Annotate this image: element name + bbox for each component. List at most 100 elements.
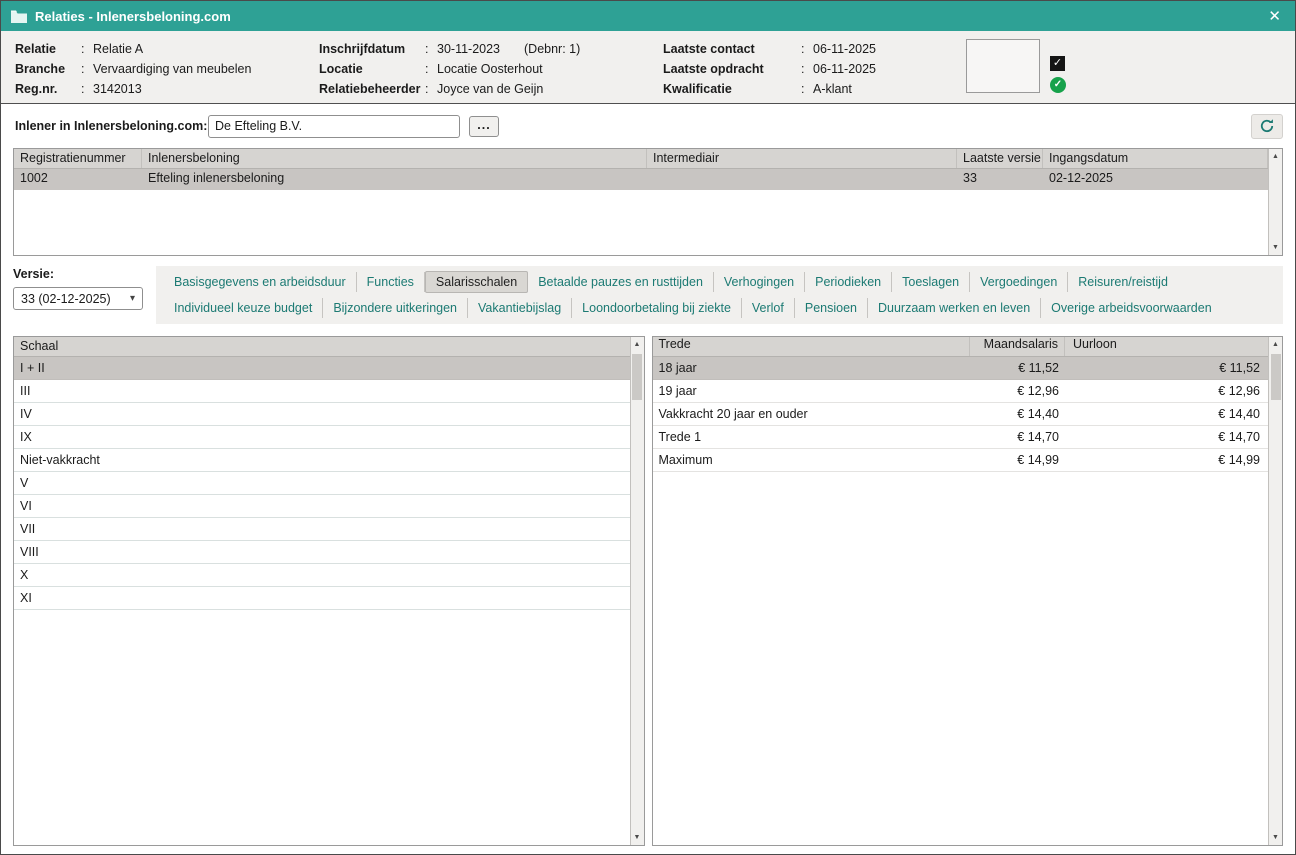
- schaal-row[interactable]: VI: [14, 495, 630, 518]
- field-locatie: Locatie:Locatie Oosterhout: [319, 59, 663, 79]
- versie-label: Versie:: [13, 267, 156, 281]
- column-header-inlenersbeloning[interactable]: Inlenersbeloning: [142, 149, 647, 168]
- inlener-row: Inlener in Inlenersbeloning.com: ...: [1, 104, 1295, 148]
- field-colon: :: [425, 82, 437, 96]
- browse-button[interactable]: ...: [469, 116, 499, 137]
- tab-verhogingen[interactable]: Verhogingen: [714, 272, 805, 292]
- status-flags: ✓ ✓: [1050, 39, 1066, 99]
- column-header-trede[interactable]: Trede: [653, 337, 971, 356]
- tab-betaalde-pauzes-en-rusttijden[interactable]: Betaalde pauzes en rusttijden: [528, 272, 714, 292]
- column-header-intermediair[interactable]: Intermediair: [647, 149, 957, 168]
- column-header-ingangsdatum[interactable]: Ingangsdatum: [1043, 149, 1268, 168]
- tab-duurzaam-werken-en-leven[interactable]: Duurzaam werken en leven: [868, 298, 1041, 318]
- field-laatste-opdracht: Laatste opdracht:06-11-2025: [663, 59, 966, 79]
- trede-row[interactable]: Vakkracht 20 jaar en ouder € 14,40 € 14,…: [653, 403, 1269, 426]
- scroll-down-icon[interactable]: ▼: [631, 830, 644, 845]
- chevron-down-icon: ▾: [130, 293, 135, 304]
- trede-header: Trede Maandsalaris Uurloon: [653, 337, 1269, 357]
- cell-uurloon: € 12,96: [1065, 380, 1268, 402]
- scroll-down-icon[interactable]: ▼: [1269, 240, 1282, 255]
- scroll-up-icon[interactable]: ▲: [1269, 149, 1282, 164]
- cell-trede: 18 jaar: [653, 357, 971, 379]
- trede-row[interactable]: 18 jaar € 11,52 € 11,52: [653, 357, 1269, 380]
- column-header-registratienummer[interactable]: Registratienummer: [14, 149, 142, 168]
- schaal-row[interactable]: IX: [14, 426, 630, 449]
- scrollbar-thumb[interactable]: [1271, 354, 1281, 400]
- field-colon: :: [81, 82, 93, 96]
- tab-individueel-keuze-budget[interactable]: Individueel keuze budget: [164, 298, 323, 318]
- cell-maandsalaris: € 14,40: [970, 403, 1065, 425]
- tab-overige-arbeidsvoorwaarden[interactable]: Overige arbeidsvoorwaarden: [1041, 298, 1222, 318]
- trede-row[interactable]: Maximum € 14,99 € 14,99: [653, 449, 1269, 472]
- tab-salarisschalen[interactable]: Salarisschalen: [425, 271, 528, 293]
- schaal-row[interactable]: VIII: [14, 541, 630, 564]
- tab-basisgegevens-en-arbeidsduur[interactable]: Basisgegevens en arbeidsduur: [164, 272, 357, 292]
- schaal-row[interactable]: I + II: [14, 357, 630, 380]
- versie-block: Versie: 33 (02-12-2025) ▾: [13, 266, 156, 324]
- cell-trede: 19 jaar: [653, 380, 971, 402]
- tab-verlof[interactable]: Verlof: [742, 298, 795, 318]
- main-content: Schaal I + II III IV IX Niet-vakkracht V…: [13, 336, 1283, 846]
- trede-scrollbar[interactable]: ▲ ▼: [1268, 337, 1282, 845]
- tab-vakantiebijslag[interactable]: Vakantiebijslag: [468, 298, 572, 318]
- schaal-row[interactable]: III: [14, 380, 630, 403]
- field-value: 30-11-2023: [437, 42, 500, 56]
- checked-checkbox[interactable]: ✓: [1050, 56, 1065, 71]
- refresh-button[interactable]: [1251, 114, 1283, 139]
- registraties-scrollbar[interactable]: ▲ ▼: [1268, 149, 1282, 255]
- versie-selected-value: 33 (02-12-2025): [21, 292, 111, 306]
- schaal-row[interactable]: VII: [14, 518, 630, 541]
- schaal-row[interactable]: V: [14, 472, 630, 495]
- field-colon: :: [425, 42, 437, 56]
- tab-strip: Basisgegevens en arbeidsduur Functies Sa…: [156, 266, 1283, 324]
- tab-periodieken[interactable]: Periodieken: [805, 272, 892, 292]
- field-colon: :: [81, 42, 93, 56]
- column-header-uurloon[interactable]: Uurloon: [1065, 337, 1268, 356]
- field-colon: :: [425, 62, 437, 76]
- field-label: Laatste contact: [663, 42, 801, 56]
- schaal-row[interactable]: Niet-vakkracht: [14, 449, 630, 472]
- schaal-empty-space: [14, 610, 630, 845]
- tab-functies[interactable]: Functies: [357, 272, 425, 292]
- field-label: Relatie: [15, 42, 81, 56]
- column-header-laatste-versie[interactable]: Laatste versie: [957, 149, 1043, 168]
- table-row[interactable]: 1002 Efteling inlenersbeloning 33 02-12-…: [14, 169, 1268, 190]
- cell-registratienummer: 1002: [14, 169, 142, 190]
- tab-pensioen[interactable]: Pensioen: [795, 298, 868, 318]
- column-header-maandsalaris[interactable]: Maandsalaris: [970, 337, 1065, 356]
- field-value: 06-11-2025: [813, 42, 876, 56]
- app-window: Relaties - Inlenersbeloning.com ✕ Relati…: [0, 0, 1296, 855]
- registraties-table: Registratienummer Inlenersbeloning Inter…: [13, 148, 1283, 256]
- scroll-down-icon[interactable]: ▼: [1269, 830, 1282, 845]
- cell-uurloon: € 11,52: [1065, 357, 1268, 379]
- scrollbar-thumb[interactable]: [632, 354, 642, 400]
- scroll-up-icon[interactable]: ▲: [1269, 337, 1282, 352]
- tab-bijzondere-uitkeringen[interactable]: Bijzondere uitkeringen: [323, 298, 468, 318]
- field-label: Reg.nr.: [15, 82, 81, 96]
- tab-toeslagen[interactable]: Toeslagen: [892, 272, 970, 292]
- versie-tabs-row: Versie: 33 (02-12-2025) ▾ Basisgegevens …: [13, 266, 1283, 324]
- schaal-row[interactable]: X: [14, 564, 630, 587]
- cell-uurloon: € 14,70: [1065, 426, 1268, 448]
- field-value: Joyce van de Geijn: [437, 82, 543, 96]
- header-column-1: Relatie:Relatie A Branche:Vervaardiging …: [15, 39, 319, 99]
- cell-trede: Trede 1: [653, 426, 971, 448]
- cell-intermediair: [647, 169, 957, 190]
- close-icon[interactable]: ✕: [1264, 9, 1285, 24]
- field-label: Inschrijfdatum: [319, 42, 425, 56]
- trede-row[interactable]: 19 jaar € 12,96 € 12,96: [653, 380, 1269, 403]
- schaal-scrollbar[interactable]: ▲ ▼: [630, 337, 644, 845]
- scroll-up-icon[interactable]: ▲: [631, 337, 644, 352]
- tab-vergoedingen[interactable]: Vergoedingen: [970, 272, 1068, 292]
- tab-loondoorbetaling-bij-ziekte[interactable]: Loondoorbetaling bij ziekte: [572, 298, 742, 318]
- field-colon: :: [801, 82, 813, 96]
- versie-dropdown[interactable]: 33 (02-12-2025) ▾: [13, 287, 143, 310]
- column-header-schaal[interactable]: Schaal: [14, 337, 630, 356]
- schaal-row[interactable]: XI: [14, 587, 630, 610]
- schaal-row[interactable]: IV: [14, 403, 630, 426]
- field-inschrijfdatum: Inschrijfdatum:30-11-2023(Debnr: 1): [319, 39, 663, 59]
- refresh-icon: [1259, 118, 1275, 134]
- tab-reisuren-reistijd[interactable]: Reisuren/reistijd: [1068, 272, 1178, 292]
- trede-row[interactable]: Trede 1 € 14,70 € 14,70: [653, 426, 1269, 449]
- inlener-input[interactable]: [208, 115, 460, 138]
